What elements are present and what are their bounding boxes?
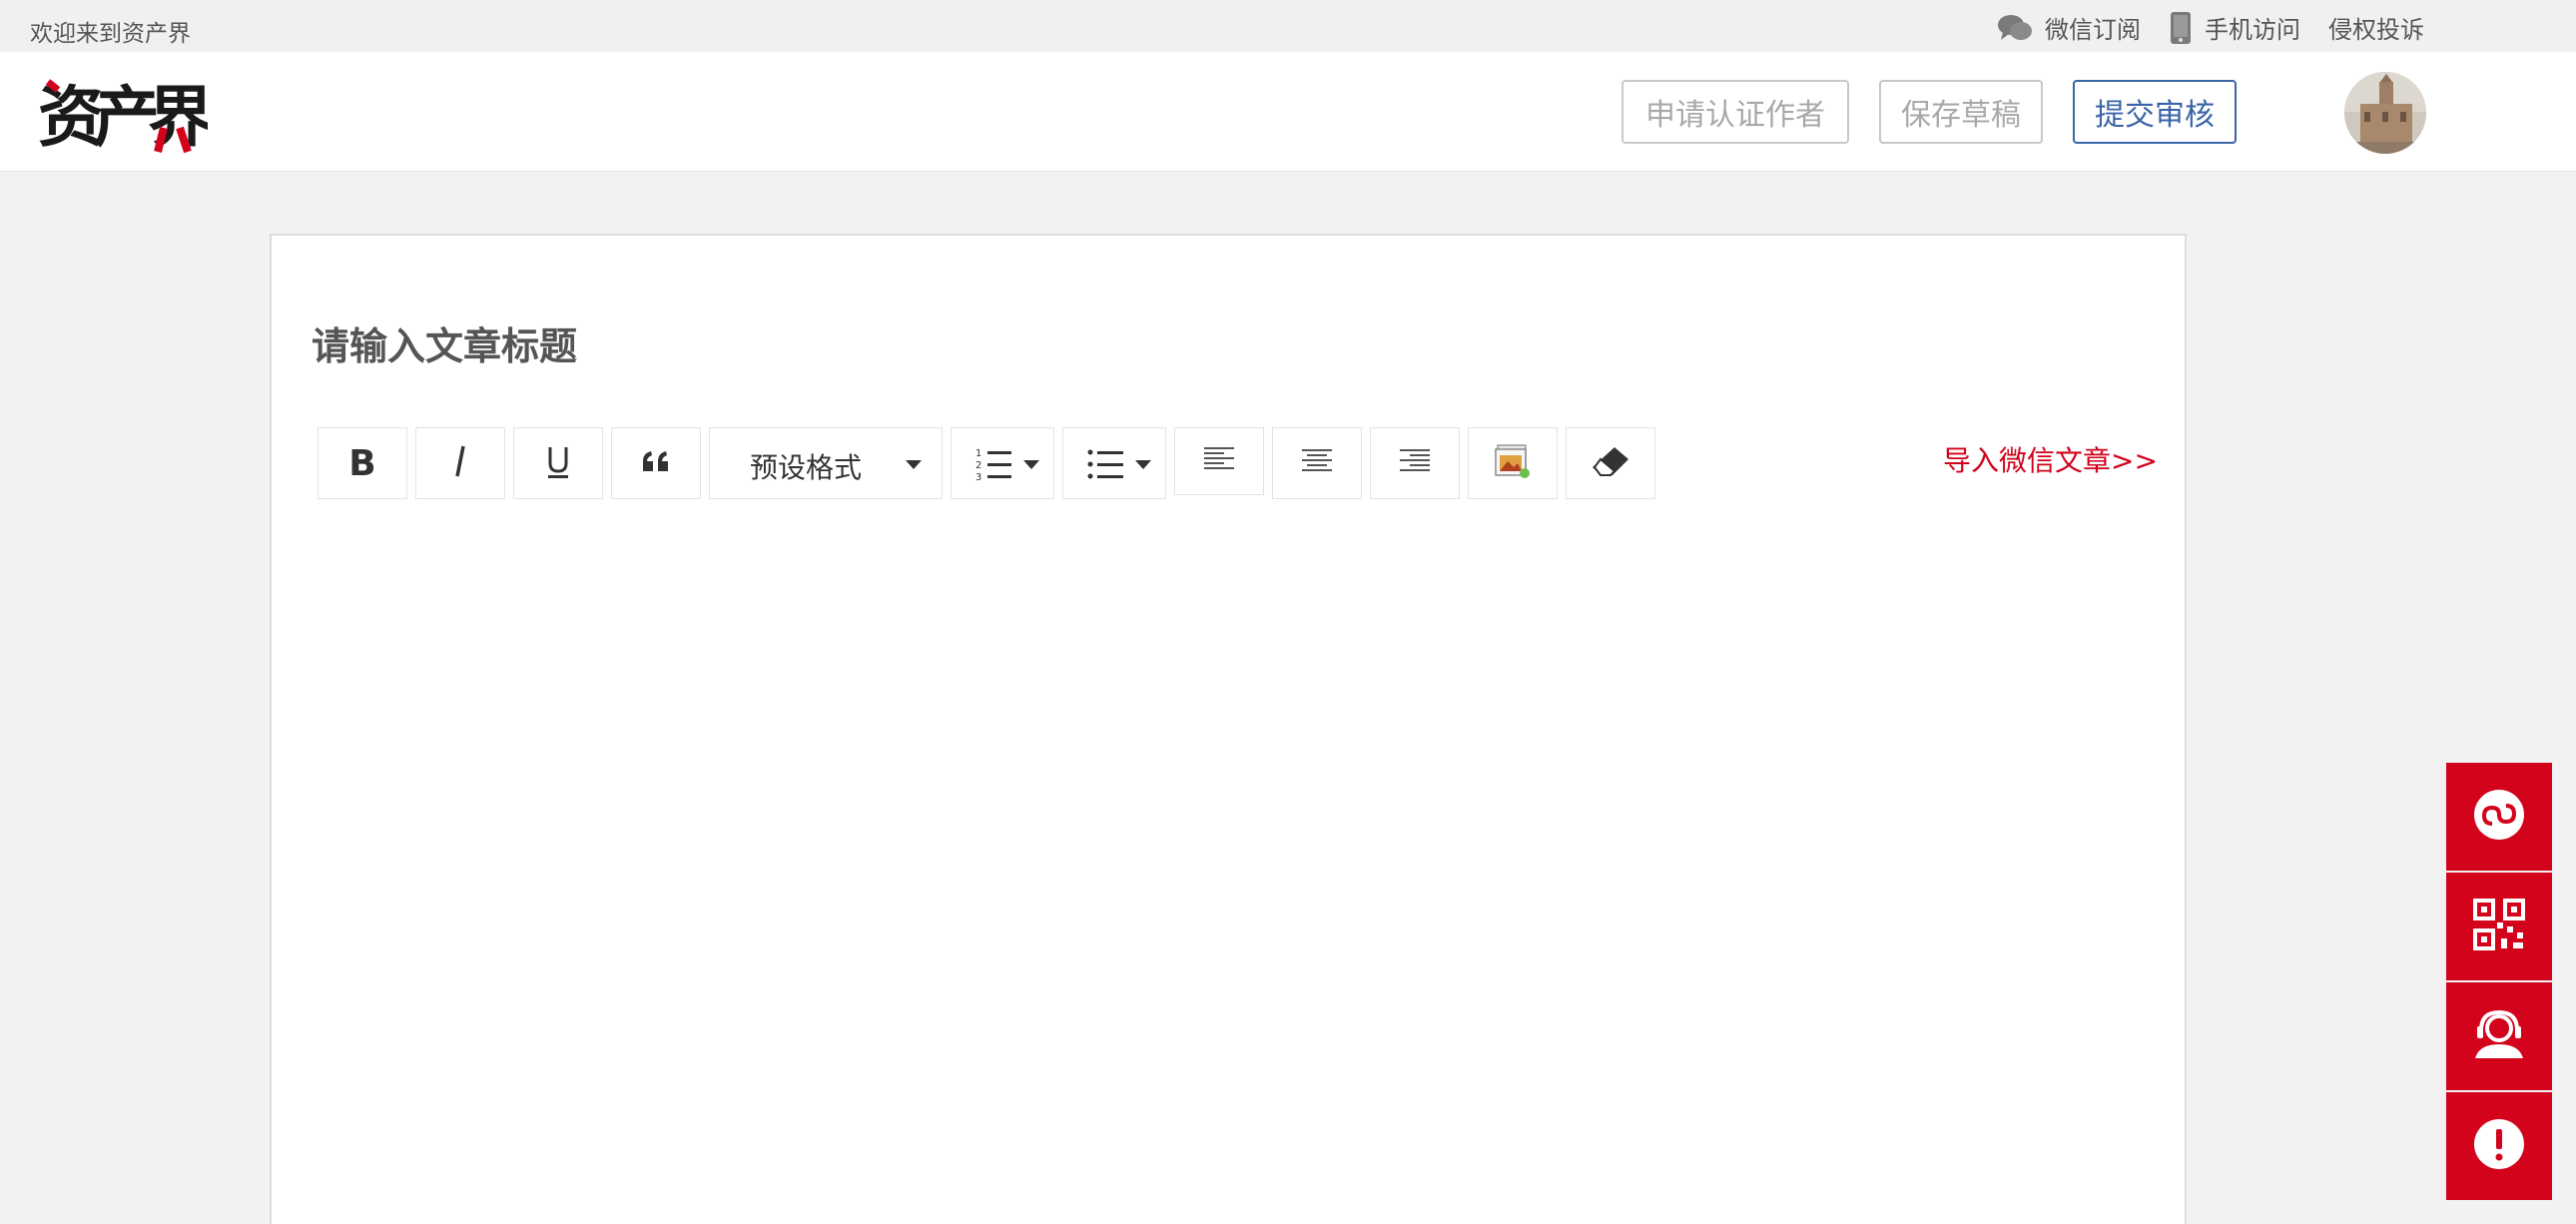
mobile-access-link[interactable]: 手机访问 [2169,10,2300,45]
editor-content-area[interactable] [312,525,2149,1224]
svg-text:1: 1 [975,448,981,459]
align-center-button[interactable] [1272,427,1362,499]
import-wechat-article-link[interactable]: 导入微信文章>> [1943,439,2158,479]
editor-card: 请输入文章标题 B 预设格式 1 2 3 导入微信文章>> [270,234,2187,1224]
quote-icon [641,449,671,477]
report-icon [2472,1117,2526,1175]
ordered-list-icon: 1 2 3 [975,446,1013,486]
mini-program-icon [2472,788,2526,846]
qrcode-button[interactable] [2446,873,2552,980]
wechat-subscribe-link[interactable]: 微信订阅 [1997,10,2141,45]
customer-service-button[interactable] [2446,982,2552,1090]
unordered-list-icon [1087,446,1125,486]
quote-button[interactable] [611,427,701,499]
wechat-icon [1997,12,2033,44]
site-logo[interactable]: 资 产 界 [38,68,214,156]
align-right-button[interactable] [1370,427,1460,499]
italic-button[interactable] [415,427,505,499]
welcome-text: 欢迎来到资产界 [30,21,191,47]
mobile-access-label: 手机访问 [2205,16,2300,44]
submit-review-button[interactable]: 提交审核 [2073,80,2237,144]
chevron-down-icon [1023,460,1039,469]
article-title-input[interactable]: 请输入文章标题 [312,315,577,370]
eraser-icon [1591,445,1630,481]
apply-author-button[interactable]: 申请认证作者 [1621,80,1849,144]
bold-icon: B [348,442,376,484]
phone-icon [2169,11,2193,45]
infringement-complaint-label: 侵权投诉 [2328,16,2424,44]
top-utility-bar: 欢迎来到资产界 微信订阅 手机访问 侵权投诉 [0,0,2576,52]
save-draft-button[interactable]: 保存草稿 [1879,80,2043,144]
site-header: 资 产 界 申请认证作者 保存草稿 提交审核 [0,52,2576,172]
user-avatar[interactable] [2344,72,2426,154]
ordered-list-button[interactable]: 1 2 3 [951,427,1054,499]
chevron-down-icon [1135,460,1151,469]
mini-program-button[interactable] [2446,763,2552,871]
svg-text:3: 3 [975,472,981,482]
image-icon [1494,443,1532,483]
report-button[interactable] [2446,1092,2552,1200]
align-left-button[interactable] [1174,427,1264,495]
insert-image-button[interactable] [1468,427,1558,499]
qrcode-icon [2473,899,2525,954]
infringement-complaint-link[interactable]: 侵权投诉 [2328,10,2424,45]
align-left-icon [1204,447,1234,475]
bold-button[interactable]: B [318,427,407,499]
italic-icon [450,444,470,482]
wechat-subscribe-label: 微信订阅 [2045,16,2141,44]
customer-service-icon [2471,1008,2527,1064]
chevron-down-icon [906,460,922,469]
format-select-value: 预设格式 [750,451,863,484]
svg-text:2: 2 [975,460,981,471]
underline-icon [544,443,572,483]
underline-button[interactable] [513,427,603,499]
format-select[interactable]: 预设格式 [709,427,943,499]
align-center-icon [1302,449,1332,477]
align-right-icon [1400,449,1430,477]
unordered-list-button[interactable] [1062,427,1166,499]
eraser-button[interactable] [1566,427,1655,499]
